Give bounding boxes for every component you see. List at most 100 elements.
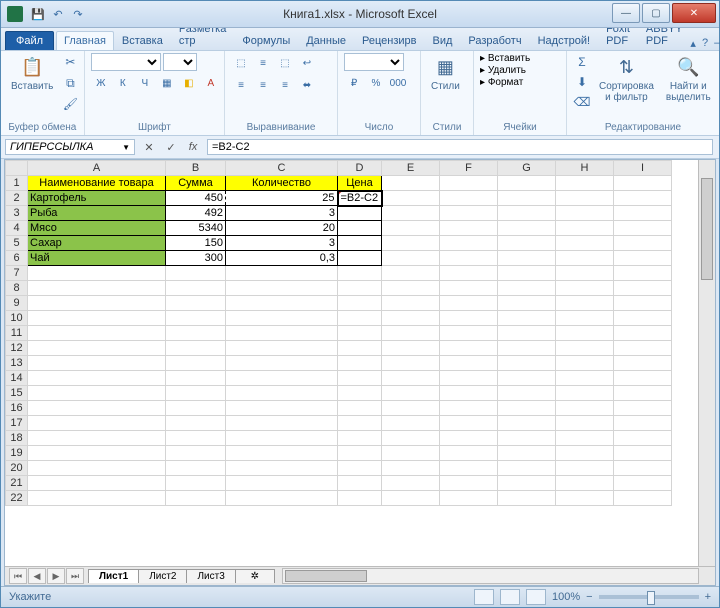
zoom-slider[interactable] (599, 595, 699, 599)
cell[interactable] (556, 461, 614, 476)
tab-data[interactable]: Данные (298, 31, 354, 50)
cell[interactable] (498, 386, 556, 401)
cell[interactable] (28, 386, 166, 401)
cell[interactable] (614, 371, 672, 386)
cell[interactable] (338, 461, 382, 476)
row-11[interactable]: 11 (6, 326, 28, 341)
cell[interactable] (440, 221, 498, 236)
cell[interactable] (382, 401, 440, 416)
cell[interactable] (338, 401, 382, 416)
cell[interactable] (498, 401, 556, 416)
tab-insert[interactable]: Вставка (114, 31, 171, 50)
cell[interactable] (166, 416, 226, 431)
format-painter-icon[interactable]: 🖌 (61, 95, 79, 113)
cell[interactable] (440, 476, 498, 491)
ribbon-minimize-icon[interactable]: ▴ (690, 37, 696, 50)
cell[interactable] (226, 416, 338, 431)
cell[interactable] (226, 371, 338, 386)
cell[interactable] (28, 416, 166, 431)
cell[interactable] (166, 356, 226, 371)
cell[interactable] (498, 356, 556, 371)
align-mid-icon[interactable]: ≡ (253, 53, 273, 73)
font-color-icon[interactable]: A (201, 73, 221, 93)
cell[interactable] (166, 431, 226, 446)
cell[interactable] (382, 356, 440, 371)
cell[interactable] (556, 401, 614, 416)
cell[interactable] (338, 281, 382, 296)
cell[interactable] (614, 356, 672, 371)
align-bot-icon[interactable]: ⬚ (275, 53, 295, 73)
cells-format[interactable]: ▸ Формат (480, 77, 523, 88)
zoom-out-button[interactable]: − (586, 591, 592, 603)
file-tab[interactable]: Файл (5, 31, 54, 50)
cell[interactable] (28, 491, 166, 506)
italic-button[interactable]: К (113, 73, 133, 93)
cell[interactable] (556, 386, 614, 401)
col-G[interactable]: G (498, 161, 556, 176)
cell[interactable] (226, 266, 338, 281)
cell[interactable] (614, 461, 672, 476)
row-17[interactable]: 17 (6, 416, 28, 431)
cell[interactable] (166, 326, 226, 341)
cell[interactable] (226, 341, 338, 356)
cell[interactable] (338, 311, 382, 326)
cell[interactable] (614, 446, 672, 461)
cell[interactable] (226, 311, 338, 326)
cell[interactable] (556, 431, 614, 446)
cell[interactable] (556, 371, 614, 386)
sheet-tab-2[interactable]: Лист2 (138, 569, 187, 583)
cell[interactable] (382, 416, 440, 431)
cell[interactable] (614, 386, 672, 401)
cell[interactable] (338, 296, 382, 311)
tab-developer[interactable]: Разработч (460, 31, 529, 50)
cell[interactable] (556, 311, 614, 326)
cell-B1[interactable]: Сумма (166, 176, 226, 191)
cell[interactable] (498, 191, 556, 206)
cell[interactable] (28, 311, 166, 326)
cell[interactable] (382, 251, 440, 266)
cell[interactable] (28, 296, 166, 311)
cells-insert[interactable]: ▸ Вставить (480, 53, 530, 64)
font-name-select[interactable] (91, 53, 161, 71)
cell-B5[interactable]: 150 (166, 236, 226, 251)
cell-D3[interactable] (338, 206, 382, 221)
cell[interactable] (440, 416, 498, 431)
tab-formulas[interactable]: Формулы (234, 31, 298, 50)
cell-A2[interactable]: Картофель (28, 191, 166, 206)
cell[interactable] (338, 266, 382, 281)
cell[interactable] (498, 266, 556, 281)
cell[interactable] (166, 446, 226, 461)
cell[interactable] (614, 176, 672, 191)
select-all[interactable] (6, 161, 28, 176)
cell[interactable] (440, 431, 498, 446)
cell[interactable] (382, 431, 440, 446)
cell[interactable] (614, 281, 672, 296)
cell[interactable] (28, 356, 166, 371)
cell[interactable] (614, 251, 672, 266)
cell-D2[interactable]: =B2-C2 (338, 191, 382, 206)
cell[interactable] (556, 296, 614, 311)
cell[interactable] (556, 251, 614, 266)
new-sheet-button[interactable]: ✲ (235, 569, 275, 583)
cell[interactable] (382, 281, 440, 296)
cell[interactable] (338, 491, 382, 506)
cell[interactable] (498, 311, 556, 326)
tab-nav-next[interactable]: ▶ (47, 568, 65, 584)
cell[interactable] (440, 491, 498, 506)
formula-cancel-button[interactable]: ✕ (139, 137, 159, 157)
cell[interactable] (498, 206, 556, 221)
zoom-thumb[interactable] (647, 591, 655, 605)
currency-icon[interactable]: ₽ (344, 73, 364, 93)
sheet-tab-1[interactable]: Лист1 (88, 569, 139, 583)
clear-icon[interactable]: ⌫ (573, 93, 591, 111)
maximize-button[interactable]: ▢ (642, 3, 670, 23)
row-10[interactable]: 10 (6, 311, 28, 326)
row-16[interactable]: 16 (6, 401, 28, 416)
cell[interactable] (556, 206, 614, 221)
cell[interactable] (28, 401, 166, 416)
cell-C3[interactable]: 3 (226, 206, 338, 221)
col-A[interactable]: A (28, 161, 166, 176)
row-4[interactable]: 4 (6, 221, 28, 236)
row-8[interactable]: 8 (6, 281, 28, 296)
row-2[interactable]: 2 (6, 191, 28, 206)
